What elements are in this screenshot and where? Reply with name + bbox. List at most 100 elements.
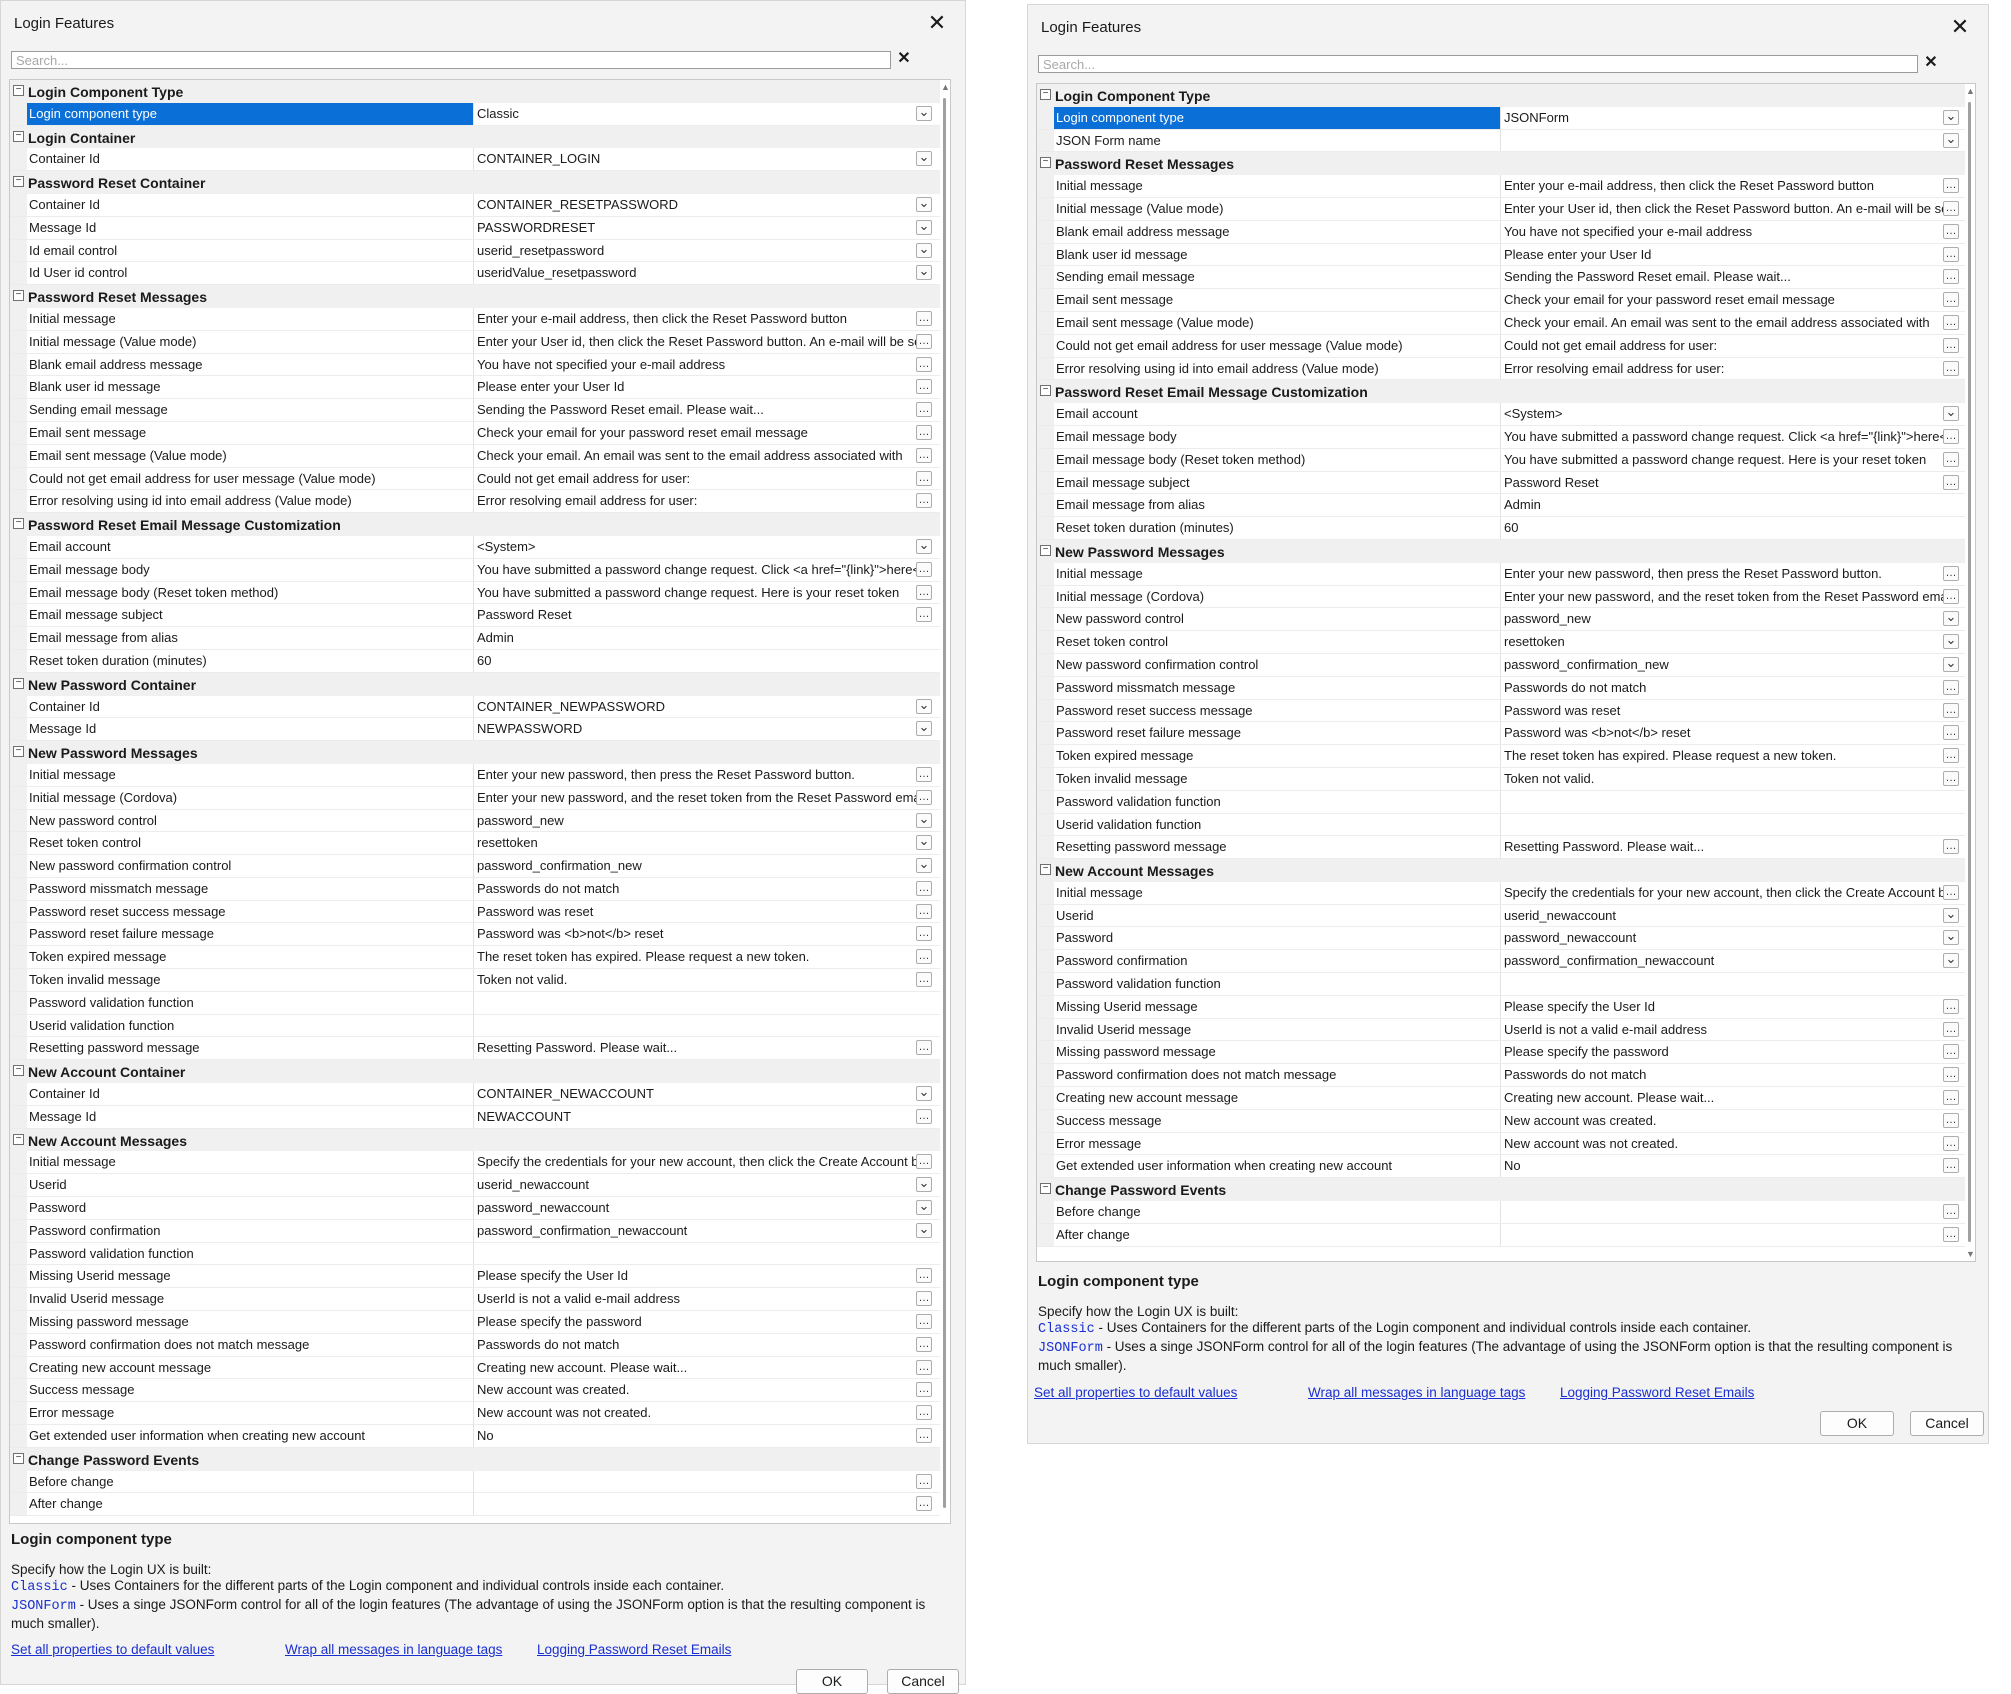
- category-login-component-type[interactable]: − Login Component Type: [1037, 84, 1975, 107]
- property-value[interactable]: UserId is not a valid e-mail address: [474, 1288, 917, 1310]
- category-change-password-events[interactable]: − Change Password Events: [10, 1447, 950, 1471]
- property-row-blank-email-address-message[interactable]: Blank email address message You have not …: [10, 353, 950, 377]
- property-value[interactable]: Creating new account. Please wait...: [1501, 1087, 1944, 1109]
- property-row-password-validation-function[interactable]: Password validation function: [10, 1242, 950, 1266]
- property-value[interactable]: Password Reset: [1501, 472, 1944, 494]
- property-row-token-expired-message[interactable]: Token expired message The reset token has…: [10, 946, 950, 970]
- wrap-language-tags-link[interactable]: Wrap all messages in language tags: [1308, 1385, 1525, 1400]
- property-name[interactable]: New password control: [27, 809, 474, 832]
- property-row-password-validation-function[interactable]: Password validation function: [10, 991, 950, 1015]
- category-password-reset-container[interactable]: − Password Reset Container: [10, 171, 950, 194]
- ellipsis-icon[interactable]: …: [916, 1405, 932, 1421]
- property-row-error-message[interactable]: Error message New account was not created…: [1037, 1132, 1975, 1156]
- property-name[interactable]: Get extended user information when creat…: [27, 1425, 474, 1447]
- property-value[interactable]: <System>: [474, 536, 917, 558]
- minus-box-icon[interactable]: −: [13, 677, 24, 689]
- ellipsis-icon[interactable]: …: [916, 1496, 932, 1512]
- property-row-after-change[interactable]: After change…: [10, 1493, 950, 1517]
- minus-box-icon[interactable]: −: [1040, 544, 1051, 556]
- property-name[interactable]: Blank user id message: [1054, 243, 1501, 266]
- property-row-message-id[interactable]: Message Id PASSWORDRESET ⌄: [10, 216, 950, 240]
- ellipsis-icon[interactable]: …: [1943, 748, 1959, 764]
- property-value[interactable]: Passwords do not match: [1501, 677, 1944, 699]
- chevron-down-icon[interactable]: ⌄: [916, 219, 932, 235]
- property-value[interactable]: Passwords do not match: [474, 1334, 917, 1356]
- property-row-could-not-get-email-address-for-user-message-value-mode[interactable]: Could not get email address for user mes…: [10, 467, 950, 491]
- ellipsis-icon[interactable]: …: [916, 766, 932, 782]
- property-name[interactable]: Email sent message: [27, 421, 474, 444]
- property-value[interactable]: Password Reset: [474, 604, 917, 626]
- property-value[interactable]: Enter your User id, then click the Reset…: [1501, 198, 1944, 220]
- property-row-blank-user-id-message[interactable]: Blank user id message Please enter your U…: [1037, 243, 1975, 267]
- property-row-missing-userid-message[interactable]: Missing Userid message Please specify the…: [1037, 995, 1975, 1019]
- category-login-component-type[interactable]: − Login Component Type: [10, 80, 950, 103]
- property-value[interactable]: Specify the credentials for your new acc…: [1501, 882, 1944, 904]
- property-value[interactable]: [474, 1493, 917, 1515]
- property-value[interactable]: [474, 992, 917, 1014]
- chevron-down-icon[interactable]: ⌄: [916, 1222, 932, 1238]
- chevron-down-icon[interactable]: ⌄: [916, 538, 932, 554]
- property-row-missing-password-message[interactable]: Missing password message Please specify t…: [10, 1311, 950, 1334]
- property-row-password-reset-success-message[interactable]: Password reset success message Password w…: [1037, 699, 1975, 723]
- property-value[interactable]: Sending the Password Reset email. Please…: [1501, 266, 1944, 288]
- property-name[interactable]: Email sent message: [1054, 289, 1501, 311]
- property-value[interactable]: resettoken: [1501, 631, 1944, 653]
- property-name[interactable]: Container Id: [27, 1083, 474, 1105]
- property-name[interactable]: Password validation function: [27, 1242, 474, 1265]
- property-value[interactable]: You have not specified your e-mail addre…: [1501, 221, 1944, 243]
- ellipsis-icon[interactable]: …: [916, 333, 932, 349]
- chevron-down-icon[interactable]: ⌄: [916, 196, 932, 212]
- ellipsis-icon[interactable]: …: [916, 402, 932, 418]
- wrap-language-tags-link[interactable]: Wrap all messages in language tags: [285, 1642, 502, 1657]
- property-value[interactable]: useridValue_resetpassword: [474, 262, 917, 284]
- property-name[interactable]: Userid validation function: [1054, 813, 1501, 836]
- set-defaults-link[interactable]: Set all properties to default values: [1034, 1385, 1237, 1400]
- property-name[interactable]: Email message subject: [1054, 471, 1501, 494]
- property-row-could-not-get-email-address-for-user-message-value-mode[interactable]: Could not get email address for user mes…: [1037, 334, 1975, 358]
- property-row-initial-message-value-mode[interactable]: Initial message (Value mode) Enter your U…: [1037, 197, 1975, 221]
- property-value[interactable]: NEWPASSWORD: [474, 718, 917, 740]
- property-row-new-password-confirmation-control[interactable]: New password confirmation control passwor…: [1037, 653, 1975, 677]
- property-name[interactable]: Email message from alias: [1054, 494, 1501, 517]
- property-value[interactable]: [1501, 1224, 1944, 1246]
- ellipsis-icon[interactable]: …: [1943, 1135, 1959, 1151]
- ellipsis-icon[interactable]: …: [1943, 428, 1959, 444]
- chevron-down-icon[interactable]: ⌄: [916, 720, 932, 737]
- property-value[interactable]: Could not get email address for user:: [474, 468, 917, 490]
- ellipsis-icon[interactable]: …: [1943, 1112, 1959, 1128]
- ellipsis-icon[interactable]: …: [1943, 1021, 1959, 1037]
- property-value[interactable]: Enter your e-mail address, then click th…: [474, 308, 917, 330]
- property-value[interactable]: [1501, 791, 1944, 813]
- ellipsis-icon[interactable]: …: [1943, 1158, 1959, 1174]
- category-password-reset-messages[interactable]: − Password Reset Messages: [1037, 152, 1975, 176]
- property-value[interactable]: Resetting Password. Please wait...: [1501, 836, 1944, 858]
- property-row-initial-message[interactable]: Initial message Specify the credentials f…: [1037, 881, 1975, 905]
- property-value[interactable]: Password was <b>not</b> reset: [474, 923, 917, 945]
- property-name[interactable]: Initial message (Value mode): [27, 330, 474, 353]
- property-value[interactable]: Passwords do not match: [1501, 1064, 1944, 1086]
- property-name[interactable]: Could not get email address for user mes…: [27, 467, 474, 490]
- property-row-initial-message-cordova[interactable]: Initial message (Cordova) Enter your new …: [1037, 585, 1975, 609]
- property-row-login-component-type[interactable]: Login component type JSONForm ⌄: [1037, 106, 1975, 130]
- ellipsis-icon[interactable]: …: [1943, 679, 1959, 695]
- property-name[interactable]: Success message: [1054, 1109, 1501, 1132]
- property-row-email-message-from-alias[interactable]: Email message from alias Admin: [10, 627, 950, 650]
- property-row-creating-new-account-message[interactable]: Creating new account message Creating new…: [1037, 1087, 1975, 1110]
- property-row-blank-user-id-message[interactable]: Blank user id message Please enter your U…: [10, 376, 950, 400]
- minus-box-icon[interactable]: −: [1040, 1183, 1051, 1195]
- property-value[interactable]: No: [1501, 1155, 1944, 1177]
- ellipsis-icon[interactable]: …: [916, 1291, 932, 1307]
- property-value[interactable]: You have submitted a password change req…: [1501, 449, 1944, 471]
- property-value[interactable]: Passwords do not match: [474, 878, 917, 900]
- property-value[interactable]: Please enter your User Id: [1501, 244, 1944, 266]
- property-row-email-sent-message[interactable]: Email sent message Check your email for y…: [1037, 289, 1975, 312]
- property-row-container-id[interactable]: Container Id CONTAINER_NEWACCOUNT ⌄: [10, 1083, 950, 1106]
- property-row-password-validation-function[interactable]: Password validation function: [1037, 790, 1975, 814]
- property-value[interactable]: The reset token has expired. Please requ…: [474, 946, 917, 968]
- ellipsis-icon[interactable]: …: [1943, 1044, 1959, 1060]
- property-name[interactable]: Password validation function: [27, 991, 474, 1014]
- scroll-up-icon[interactable]: ▲: [941, 82, 950, 92]
- property-value[interactable]: Sending the Password Reset email. Please…: [474, 399, 917, 421]
- property-row-new-password-confirmation-control[interactable]: New password confirmation control passwor…: [10, 855, 950, 878]
- chevron-down-icon[interactable]: ⌄: [1943, 132, 1959, 148]
